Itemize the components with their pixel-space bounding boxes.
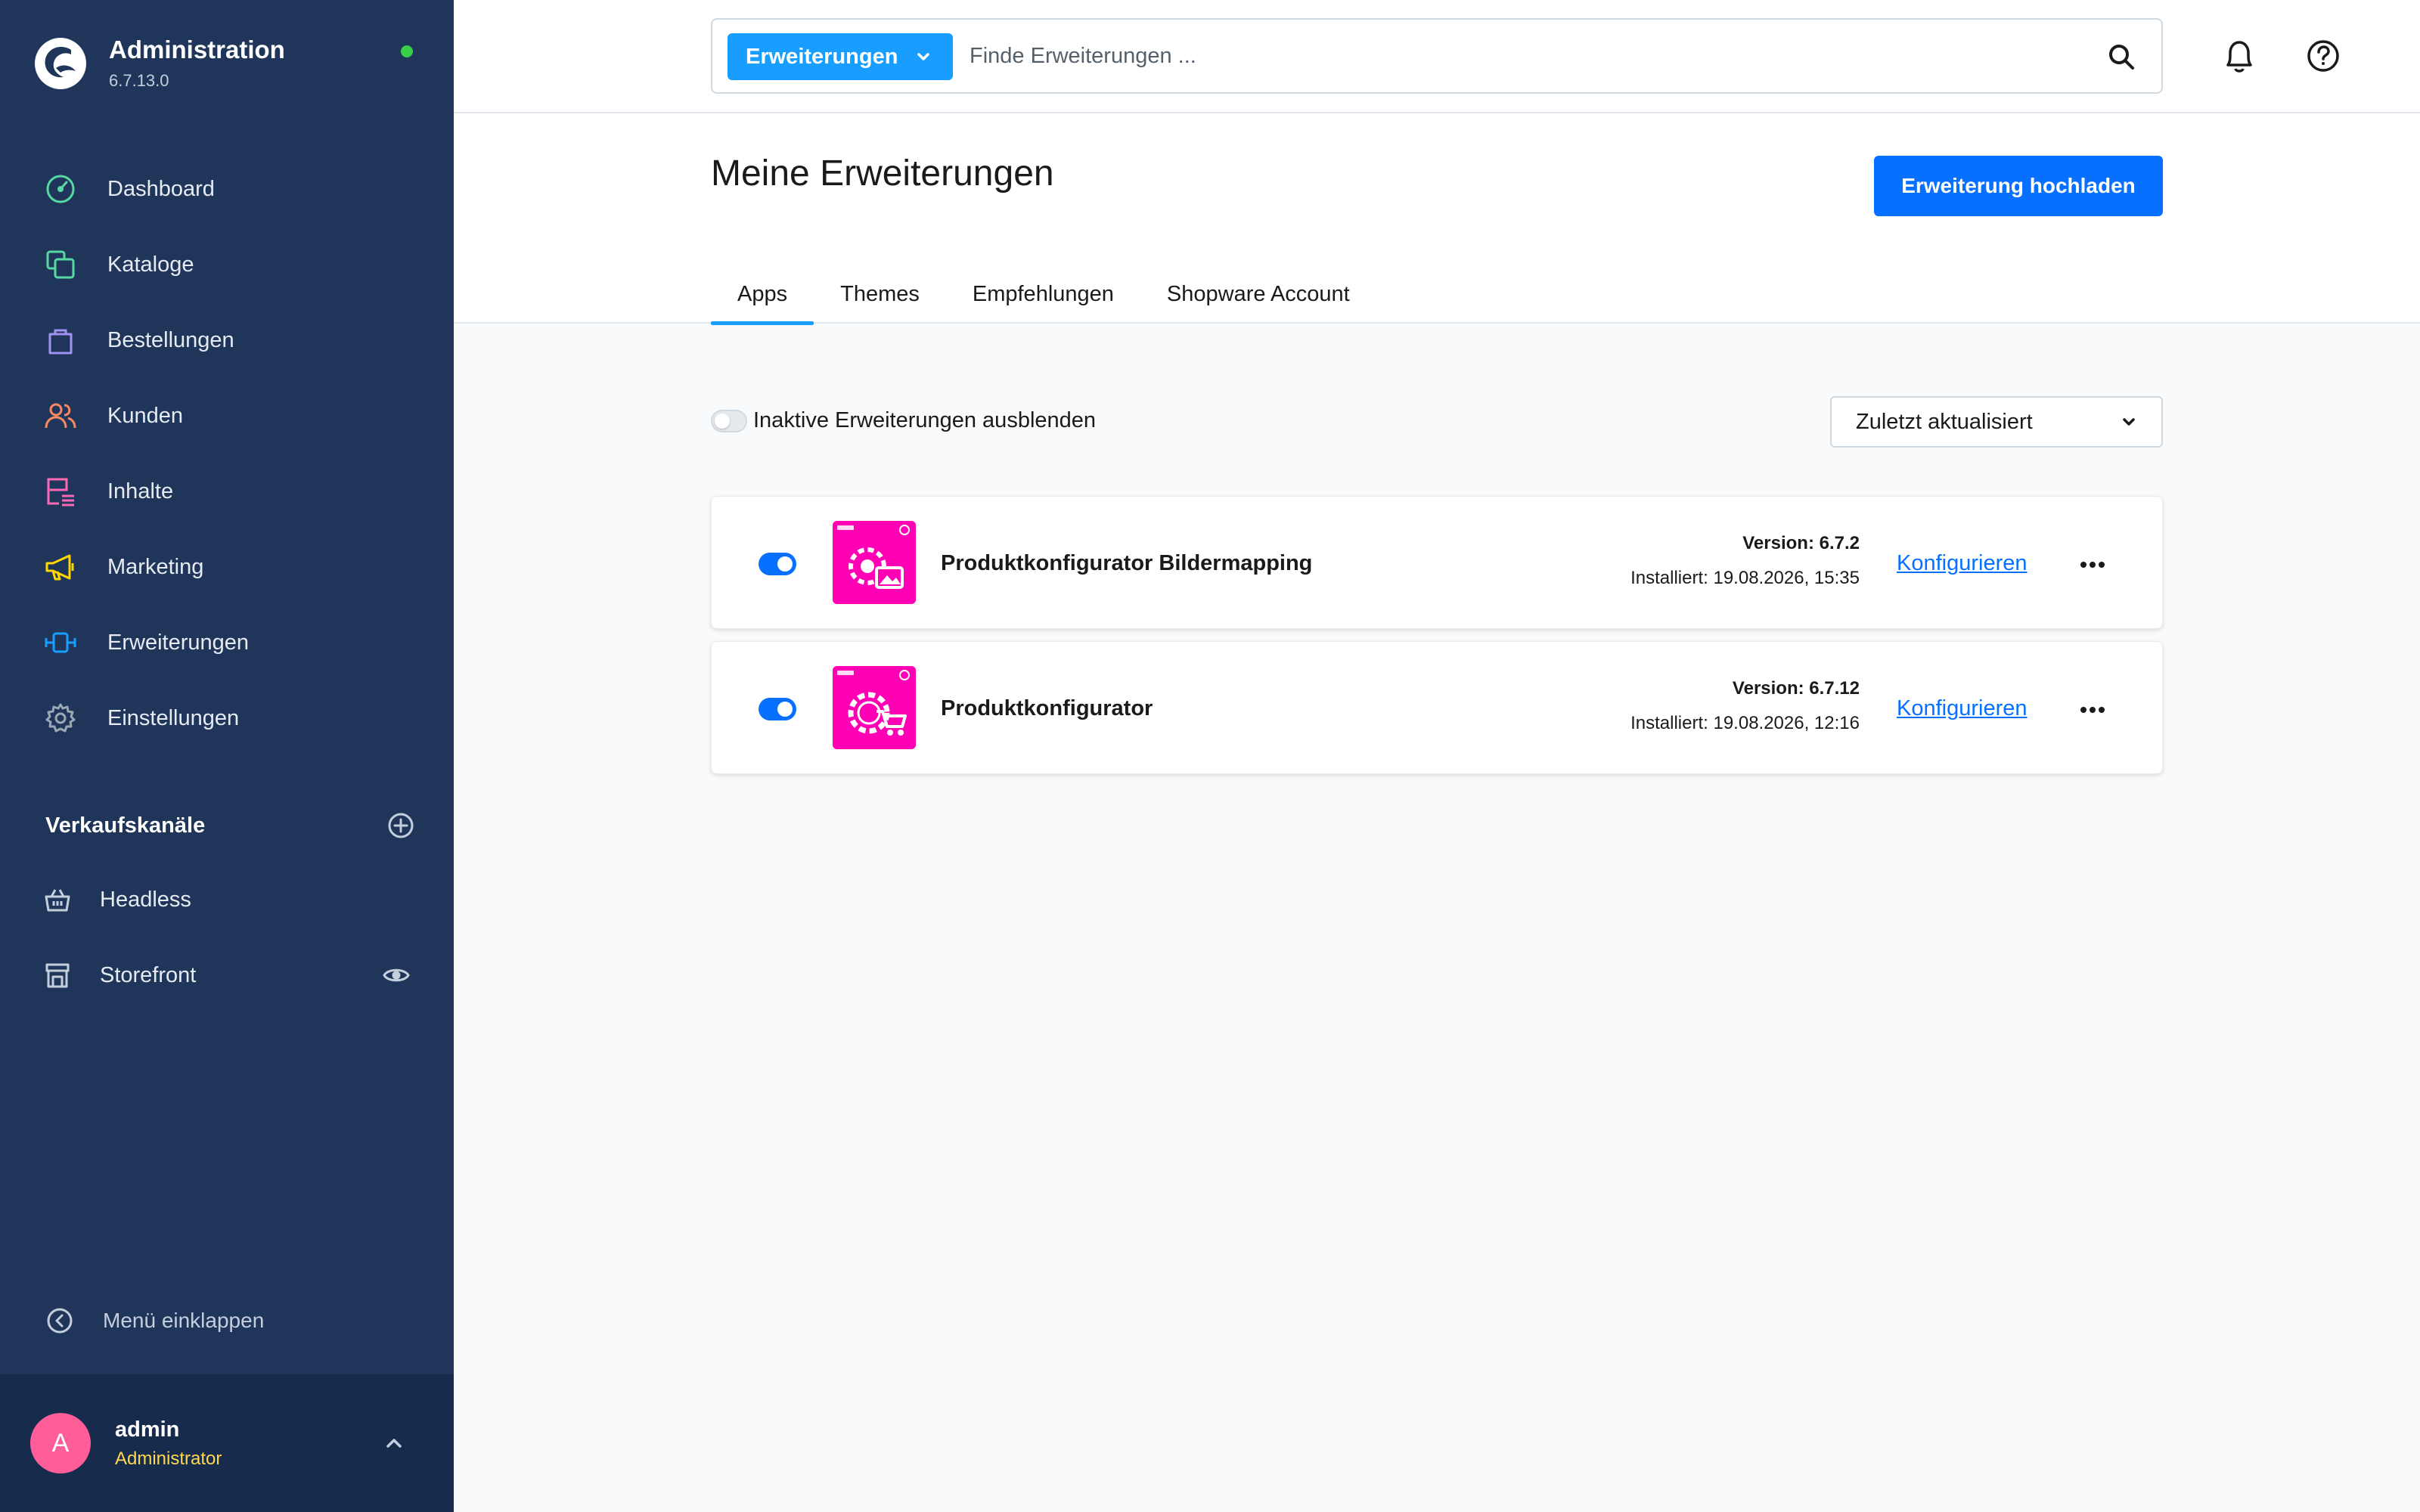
avatar: A — [30, 1413, 91, 1473]
chevron-left-circle-icon — [47, 1308, 73, 1334]
sort-select[interactable]: Zuletzt aktualisiert — [1830, 396, 2163, 448]
orders-icon — [48, 329, 73, 355]
nav-item-catalogs[interactable]: Kataloge — [0, 227, 454, 302]
configure-link[interactable]: Konfigurieren — [1897, 696, 2028, 721]
hide-inactive-label: Inaktive Erweiterungen ausblenden — [753, 408, 1097, 432]
upload-extension-button[interactable]: Erweiterung hochladen — [1874, 156, 2163, 216]
top-bar: Erweiterungen — [454, 0, 2420, 113]
configure-link[interactable]: Konfigurieren — [1897, 551, 2028, 576]
extension-card: Produktkonfigurator Bildermapping Versio… — [711, 496, 2163, 629]
search-type-label: Erweiterungen — [746, 44, 898, 69]
app-image-mapping-icon — [833, 521, 916, 604]
more-options-icon[interactable] — [2077, 557, 2108, 572]
sidebar: Administration 6.7.13.0 Dashboard Katalo… — [0, 0, 454, 1512]
extension-meta: Version: 6.7.2 Installiert: 19.08.2026, … — [1630, 533, 1860, 589]
collapse-menu-button[interactable]: Menü einklappen — [45, 1306, 264, 1335]
sales-channel-label: Storefront — [100, 962, 197, 987]
nav-item-customers[interactable]: Kunden — [0, 378, 454, 454]
sales-channels-title: Verkaufskanäle — [45, 813, 206, 838]
filter-row: Inaktive Erweiterungen ausblenden Zuletz… — [711, 396, 2163, 448]
add-sales-channel-icon[interactable] — [386, 810, 416, 841]
basket-icon — [45, 889, 70, 912]
nav-item-dashboard[interactable]: Dashboard — [0, 151, 454, 227]
user-menu[interactable]: A admin Administrator — [0, 1374, 454, 1512]
extension-meta: Version: 6.7.12 Installiert: 19.08.2026,… — [1630, 678, 1860, 734]
customers-icon — [45, 403, 76, 429]
tab-recommendations[interactable]: Empfehlungen — [946, 265, 1140, 324]
nav-label: Marketing — [107, 554, 204, 579]
nav-item-marketing[interactable]: Marketing — [0, 529, 454, 605]
nav-label: Kunden — [107, 403, 183, 428]
nav-item-orders[interactable]: Bestellungen — [0, 302, 454, 378]
nav-label: Bestellungen — [107, 327, 234, 352]
chevron-up-icon[interactable] — [381, 1430, 407, 1456]
sort-selected-value: Zuletzt aktualisiert — [1856, 409, 2033, 434]
main-navigation: Dashboard Kataloge Bestellungen Kunden I… — [0, 151, 454, 756]
user-name: admin — [115, 1417, 180, 1442]
extension-active-switch[interactable] — [759, 698, 796, 720]
tab-apps[interactable]: Apps — [711, 265, 814, 325]
tab-themes[interactable]: Themes — [814, 265, 946, 324]
marketing-icon — [45, 554, 74, 581]
tab-shopware-account[interactable]: Shopware Account — [1140, 265, 1376, 324]
shopware-logo-icon — [35, 38, 86, 90]
brand[interactable]: Administration 6.7.13.0 — [33, 36, 285, 91]
chevron-down-icon — [2123, 418, 2135, 426]
page-title: Meine Erweiterungen — [711, 153, 1054, 194]
more-options-icon[interactable] — [2077, 702, 2108, 717]
notification-bell-icon[interactable] — [2220, 36, 2258, 76]
content-icon — [47, 478, 74, 507]
extension-version: Version: 6.7.2 — [1742, 533, 1860, 553]
nav-item-extensions[interactable]: Erweiterungen — [0, 605, 454, 680]
extension-card: Produktkonfigurator Version: 6.7.12 Inst… — [711, 641, 2163, 774]
eye-icon[interactable] — [383, 962, 410, 989]
tabs: Apps Themes Empfehlungen Shopware Accoun… — [711, 265, 1376, 325]
sales-channel-label: Headless — [100, 887, 191, 912]
user-role: Administrator — [115, 1448, 222, 1469]
online-status-indicator — [401, 45, 413, 57]
extension-installed-date: Installiert: 19.08.2026, 12:16 — [1630, 713, 1860, 733]
catalog-icon — [46, 250, 75, 279]
search-input[interactable] — [970, 32, 2059, 80]
nav-label: Einstellungen — [107, 705, 240, 730]
search-type-dropdown[interactable]: Erweiterungen — [728, 33, 953, 80]
search-icon[interactable] — [2107, 42, 2136, 71]
storefront-icon — [45, 963, 70, 988]
dashboard-icon — [46, 175, 75, 203]
hide-inactive-toggle[interactable] — [711, 410, 747, 432]
extension-active-switch[interactable] — [759, 553, 796, 575]
nav-label: Erweiterungen — [107, 630, 249, 655]
nav-item-settings[interactable]: Einstellungen — [0, 680, 454, 756]
global-search: Erweiterungen — [711, 18, 2163, 94]
extensions-icon — [45, 632, 76, 653]
sales-channels-header: Verkaufskanäle — [45, 810, 416, 841]
extension-name: Produktkonfigurator — [941, 696, 1153, 720]
page-header: Meine Erweiterungen Erweiterung hochlade… — [454, 113, 2420, 325]
extension-version: Version: 6.7.12 — [1732, 678, 1860, 699]
nav-label: Inhalte — [107, 479, 174, 503]
app-configurator-icon — [833, 666, 916, 749]
nav-item-content[interactable]: Inhalte — [0, 454, 454, 529]
help-icon[interactable] — [2305, 38, 2341, 74]
sales-channel-storefront[interactable]: Storefront — [0, 937, 454, 1013]
extension-installed-date: Installiert: 19.08.2026, 15:35 — [1630, 568, 1860, 588]
brand-title: Administration — [109, 36, 285, 64]
sales-channel-headless[interactable]: Headless — [0, 862, 454, 937]
chevron-down-icon — [917, 53, 929, 60]
settings-icon — [45, 703, 76, 733]
nav-label: Dashboard — [107, 176, 215, 201]
extension-name: Produktkonfigurator Bildermapping — [941, 551, 1313, 575]
nav-label: Kataloge — [107, 252, 194, 277]
brand-version: 6.7.13.0 — [109, 71, 169, 91]
collapse-menu-label: Menü einklappen — [103, 1309, 265, 1332]
